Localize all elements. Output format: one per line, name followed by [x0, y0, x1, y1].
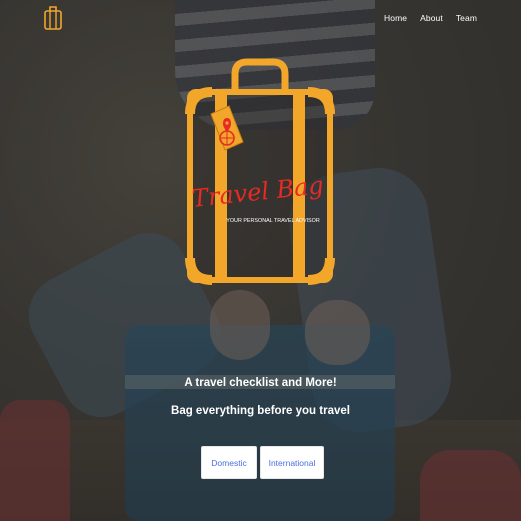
nav-link-about[interactable]: About: [420, 13, 443, 23]
hero-line-2: Bag everything before you travel: [171, 405, 350, 417]
navbar: Home About Team: [0, 0, 521, 40]
travel-bag-logo: Travel Bag YOUR PERSONAL TRAVEL ADVISOR: [185, 58, 335, 285]
international-button[interactable]: International: [260, 446, 324, 479]
nav-link-home[interactable]: Home: [384, 13, 407, 23]
hero-line-1: A travel checklist and More!: [184, 377, 337, 389]
suitcase-icon[interactable]: [42, 4, 64, 30]
logo-subtitle: YOUR PERSONAL TRAVEL ADVISOR: [226, 218, 320, 224]
nav-links: Home About Team: [384, 13, 477, 23]
domestic-button[interactable]: Domestic: [201, 446, 257, 479]
nav-link-team[interactable]: Team: [456, 13, 477, 23]
